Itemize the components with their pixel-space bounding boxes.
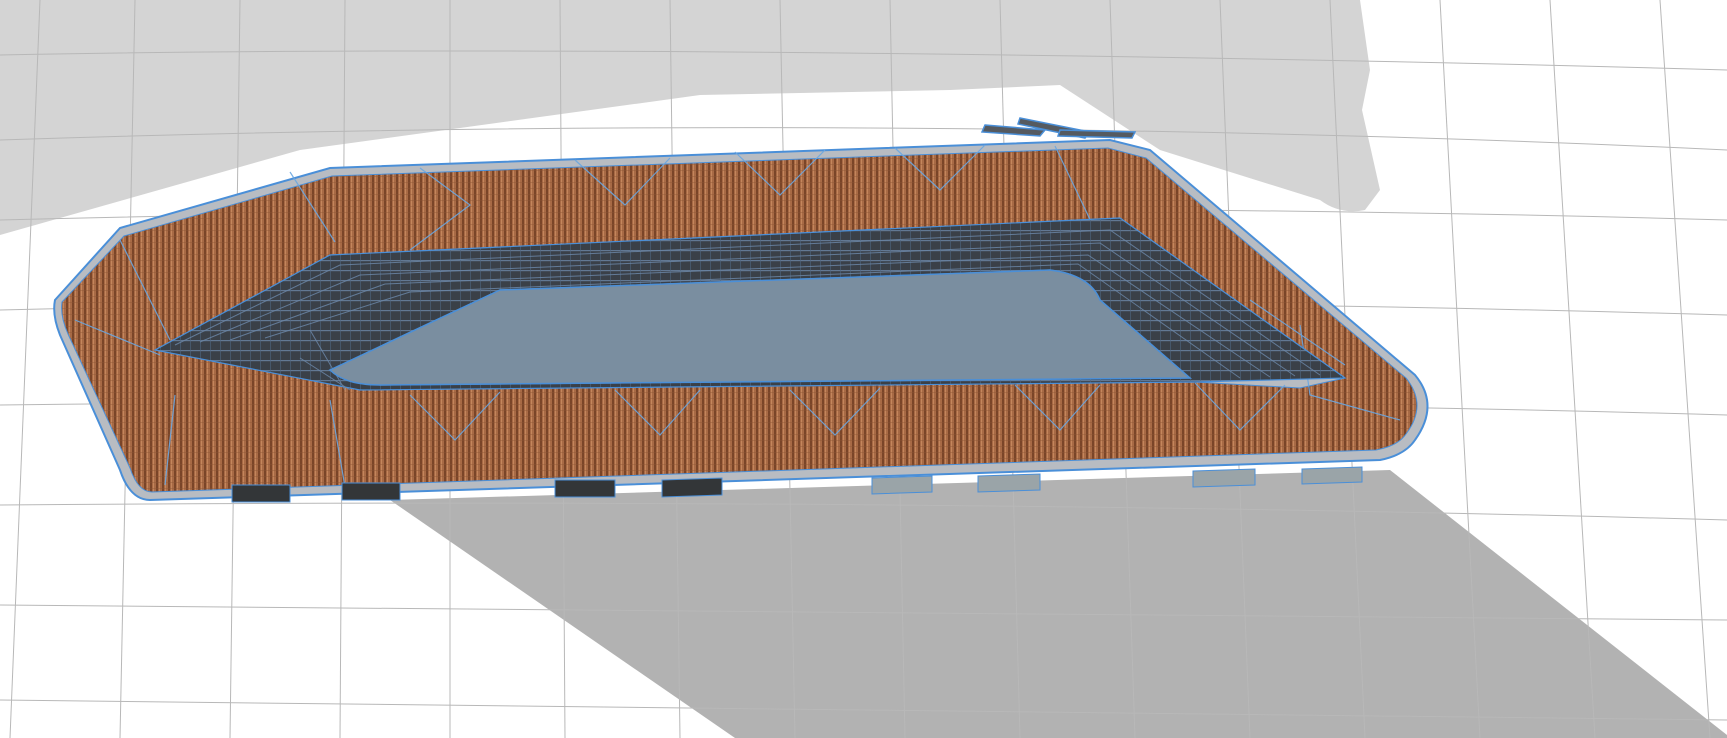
scene-canvas[interactable] xyxy=(0,0,1727,738)
entrance-opening[interactable] xyxy=(977,473,1041,493)
3d-viewport[interactable] xyxy=(0,0,1727,738)
entrance-opening[interactable] xyxy=(1301,466,1363,485)
entrance-opening[interactable] xyxy=(661,477,723,498)
entrance-opening[interactable] xyxy=(554,479,616,498)
entrance-opening[interactable] xyxy=(231,484,291,503)
entrance-opening[interactable] xyxy=(1192,468,1256,488)
entrance-opening[interactable] xyxy=(871,475,933,495)
entrance-opening[interactable] xyxy=(341,482,401,501)
